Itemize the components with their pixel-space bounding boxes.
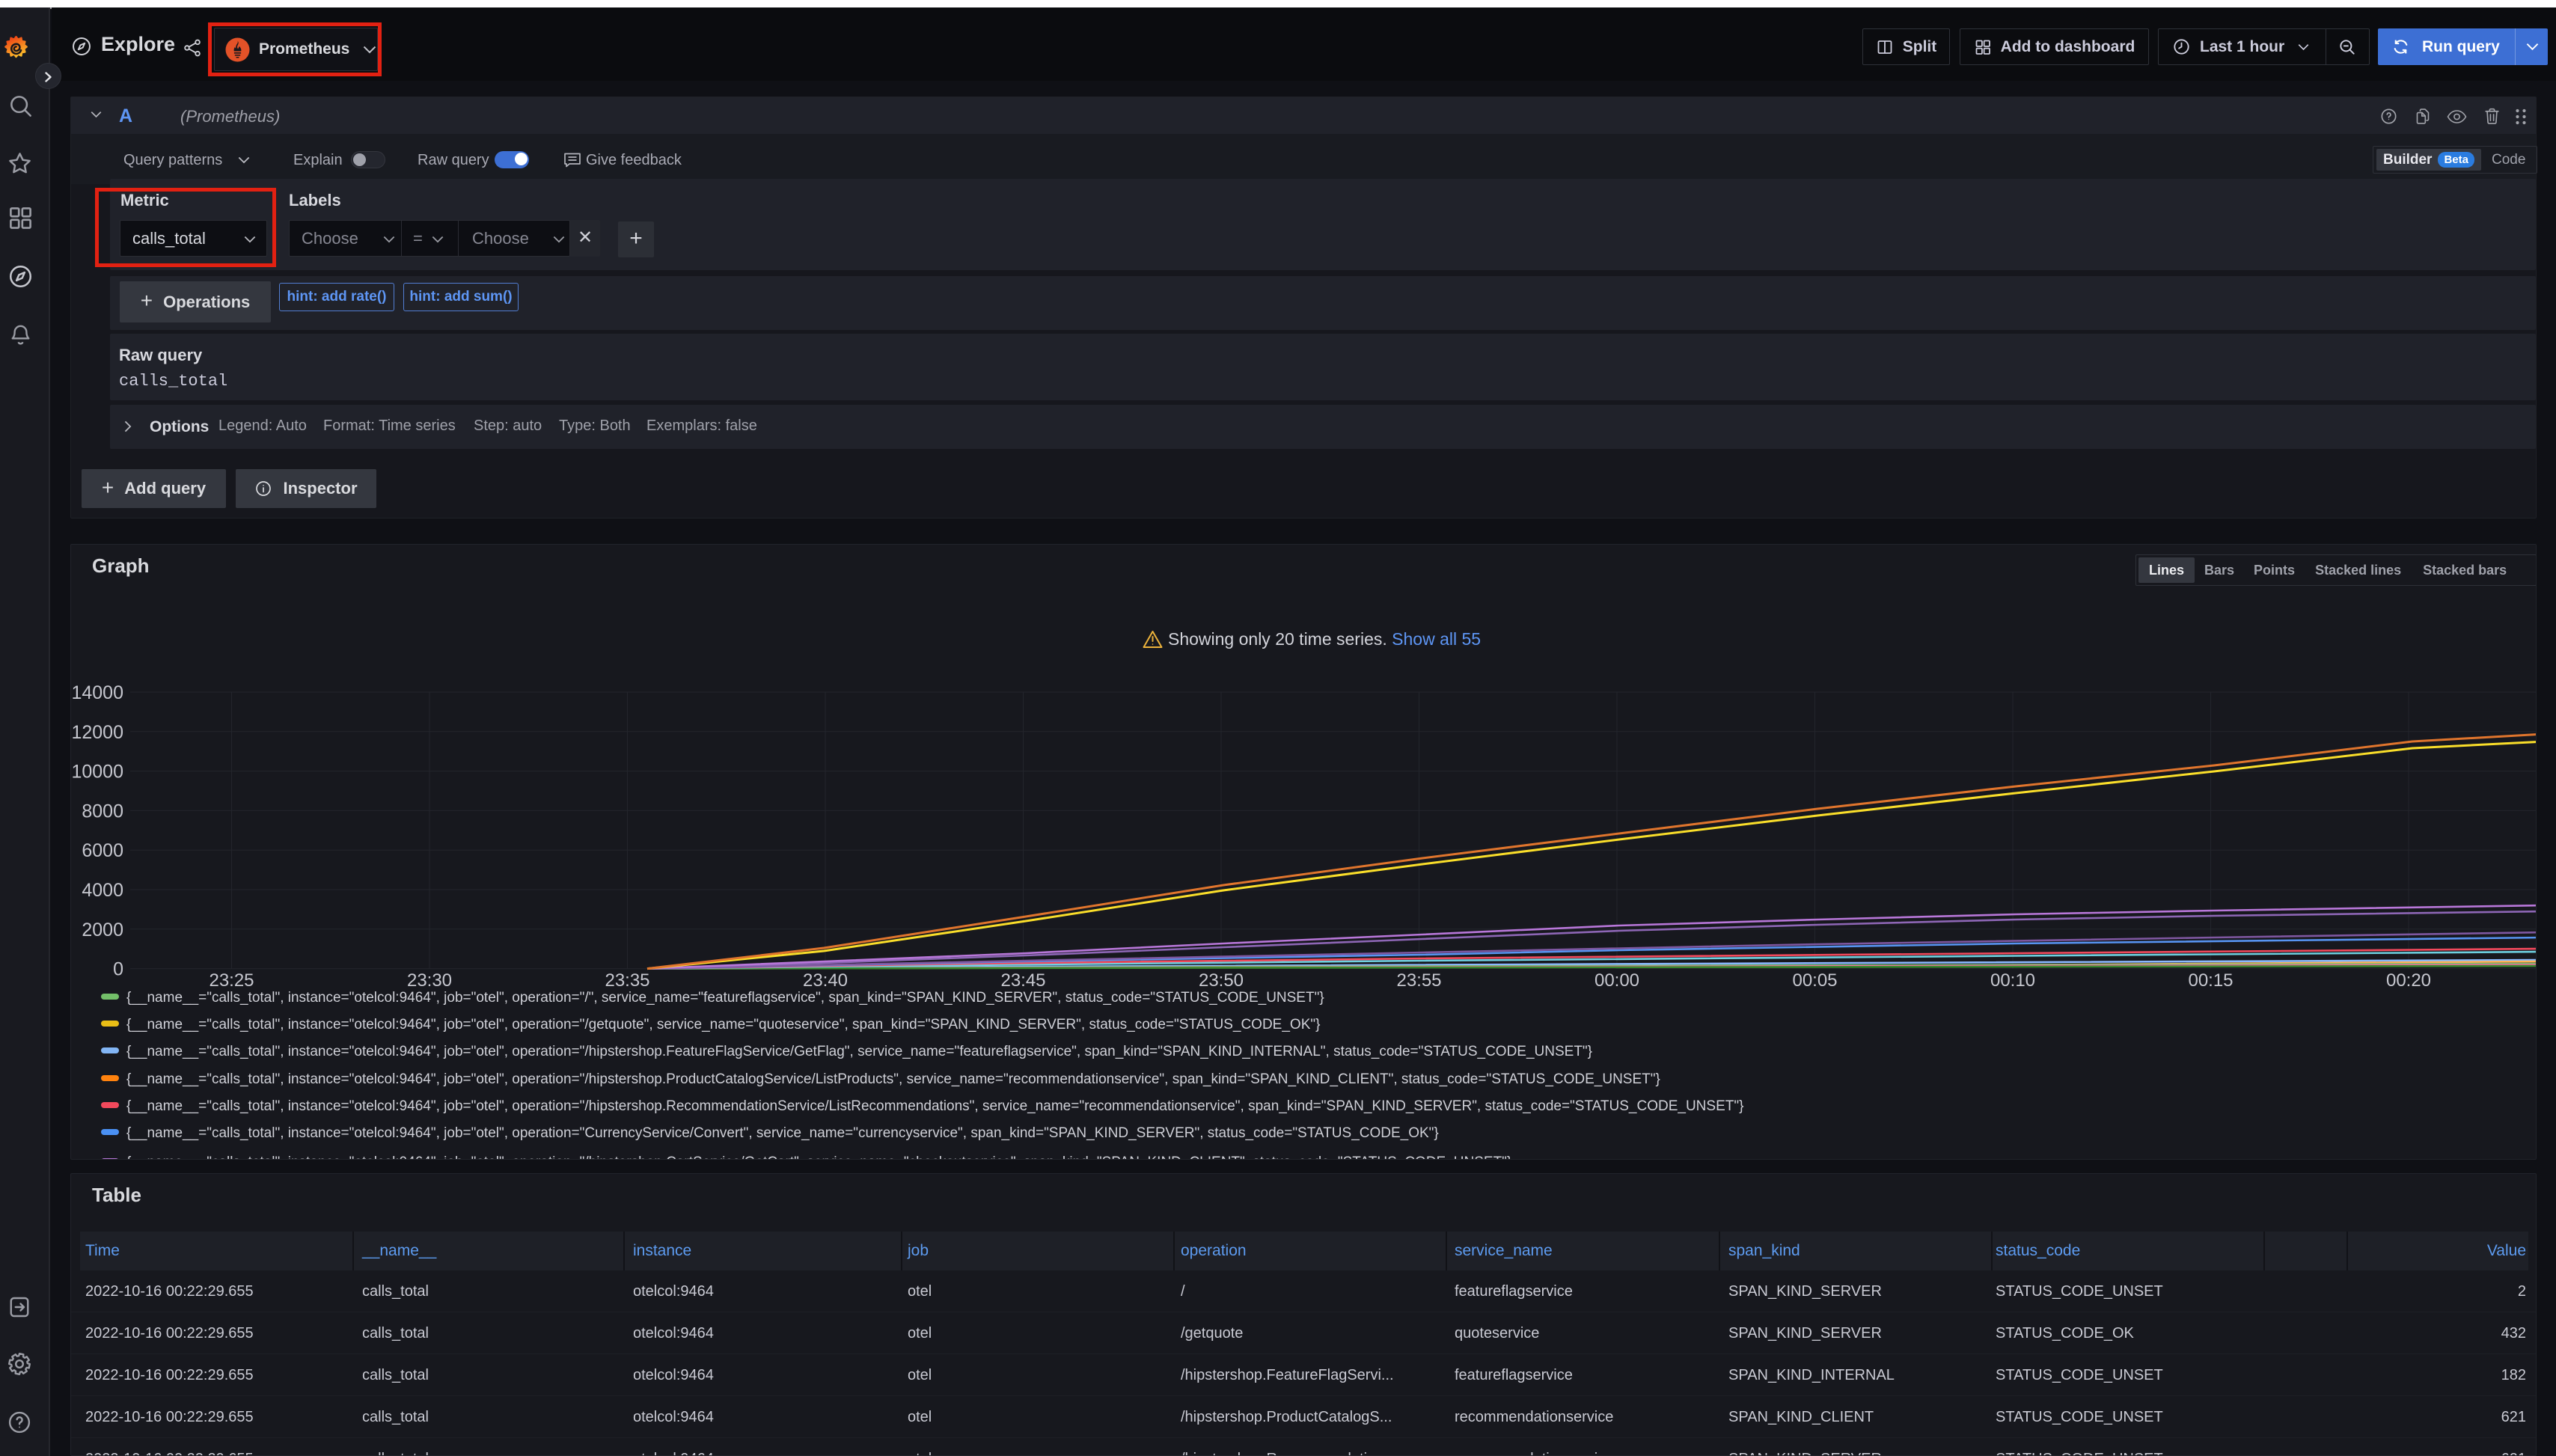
svg-text:23:35: 23:35 <box>605 970 649 991</box>
svg-text:2000: 2000 <box>82 920 123 940</box>
svg-text:23:55: 23:55 <box>1396 970 1441 991</box>
svg-text:10000: 10000 <box>71 762 123 783</box>
svg-text:23:50: 23:50 <box>1199 970 1244 991</box>
svg-text:23:45: 23:45 <box>1000 970 1045 991</box>
svg-text:23:30: 23:30 <box>407 970 452 991</box>
svg-text:00:10: 00:10 <box>1990 970 2035 991</box>
svg-text:23:40: 23:40 <box>803 970 848 991</box>
svg-text:00:15: 00:15 <box>2188 970 2233 991</box>
svg-text:00:05: 00:05 <box>1792 970 1837 991</box>
svg-text:0: 0 <box>113 959 123 980</box>
svg-text:00:20: 00:20 <box>2386 970 2431 991</box>
svg-text:12000: 12000 <box>71 722 123 743</box>
svg-text:8000: 8000 <box>82 801 123 822</box>
svg-text:00:00: 00:00 <box>1595 970 1639 991</box>
svg-text:14000: 14000 <box>71 682 123 703</box>
svg-text:6000: 6000 <box>82 840 123 861</box>
svg-text:4000: 4000 <box>82 880 123 901</box>
svg-text:23:25: 23:25 <box>209 970 254 991</box>
